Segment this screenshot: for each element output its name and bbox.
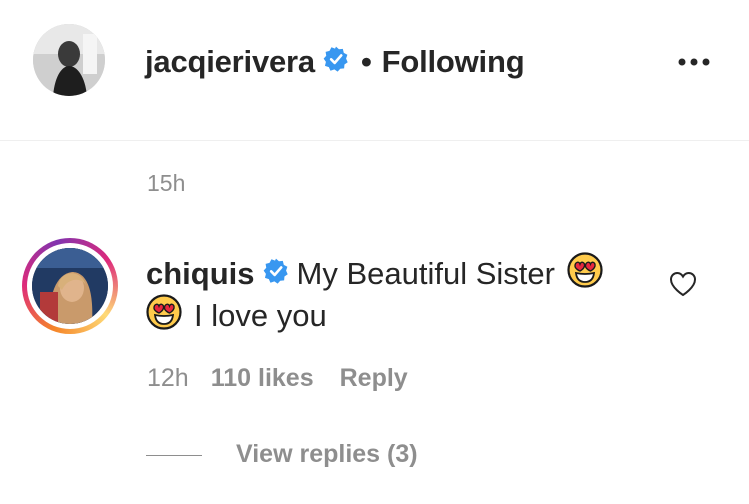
comment-likes[interactable]: 110 likes (211, 364, 314, 393)
view-replies-button[interactable]: View replies (3) (236, 440, 418, 469)
heart-outline-icon[interactable] (668, 270, 698, 298)
following-button[interactable]: Following (382, 44, 525, 80)
reply-button[interactable]: Reply (340, 364, 408, 393)
comment-second-line: I love you (146, 294, 327, 338)
comment-first-line: chiquis My Beautiful Sister (146, 252, 603, 296)
heart-eyes-emoji-icon (567, 252, 603, 296)
post-timestamp[interactable]: 15h (147, 170, 185, 197)
comment-text-part1: My Beautiful Sister (296, 256, 555, 291)
post-author-username[interactable]: jacqierivera (145, 44, 315, 80)
more-options-icon[interactable] (676, 54, 712, 70)
avatar-image (32, 248, 108, 324)
heart-eyes-emoji-icon (146, 294, 182, 338)
comment-author-avatar[interactable] (22, 238, 118, 334)
comment-meta-row: 12h 110 likes Reply (147, 364, 408, 393)
comment-text-part2: I love you (194, 298, 327, 333)
verified-badge-icon (263, 256, 289, 292)
verified-badge-icon (323, 44, 349, 80)
post-author-avatar[interactable] (33, 24, 105, 96)
comment-timestamp[interactable]: 12h (147, 364, 189, 393)
replies-divider (146, 455, 202, 456)
post-header: jacqierivera • Following (0, 0, 749, 141)
comment-author-username[interactable]: chiquis (146, 256, 255, 292)
avatar-story-ring (27, 243, 113, 329)
post-author-row: jacqierivera • Following (145, 44, 525, 80)
separator-dot: • (360, 44, 372, 79)
